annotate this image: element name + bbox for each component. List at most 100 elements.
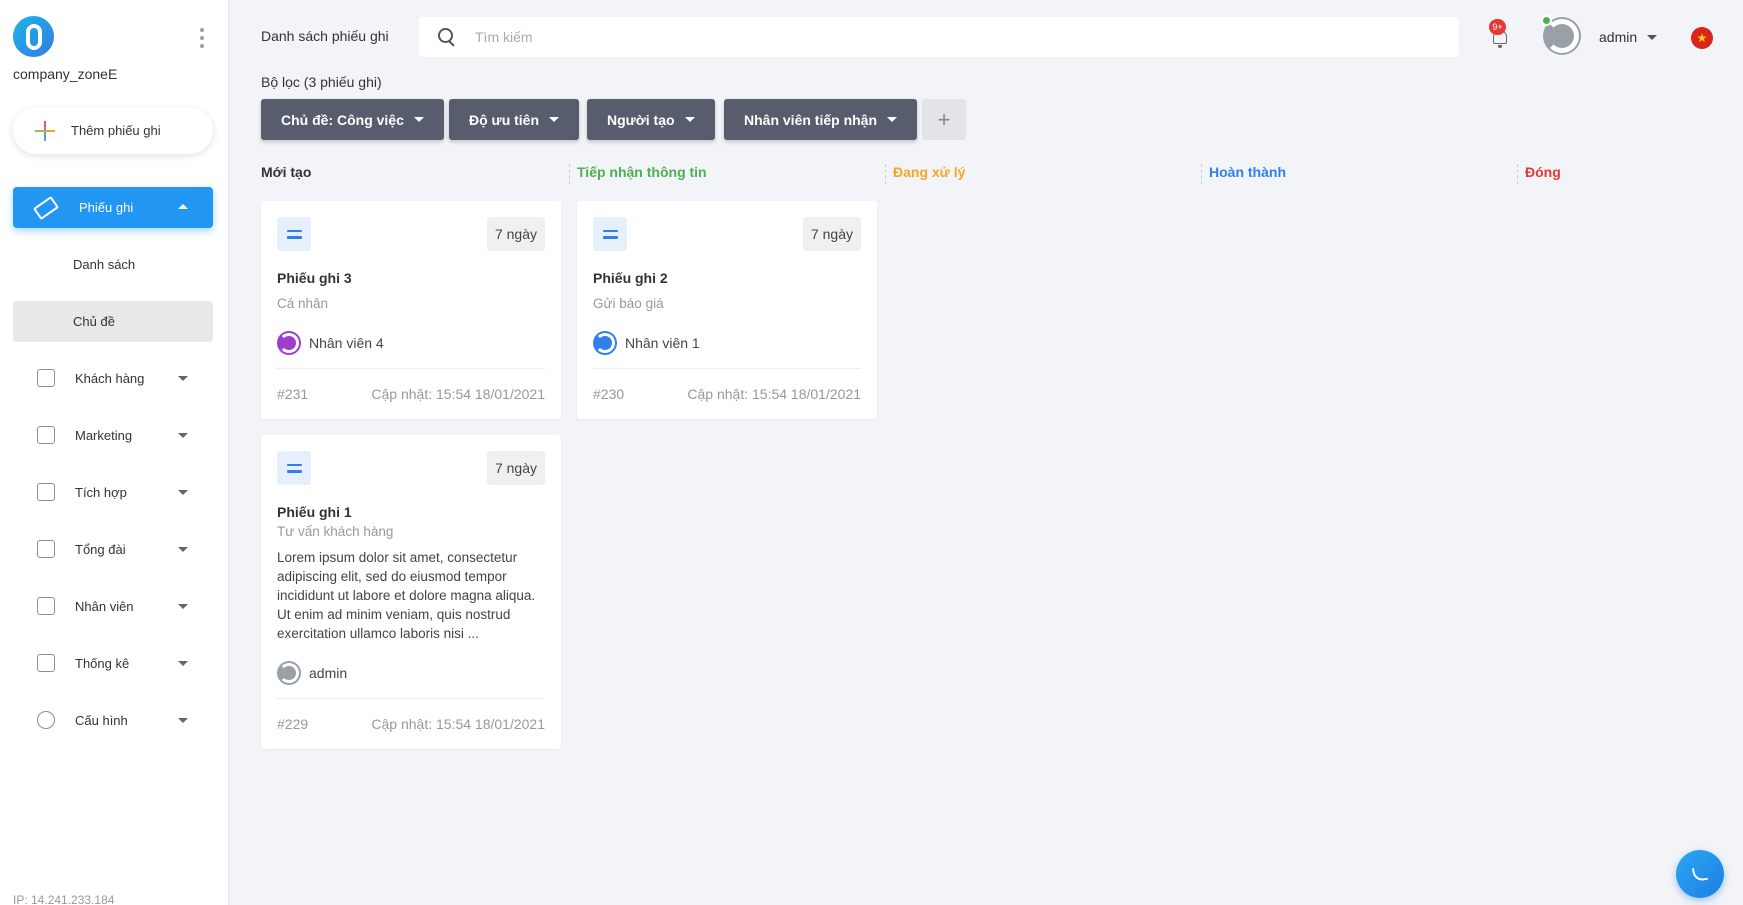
card-divider: [277, 368, 545, 369]
ticket-updated: Cập nhật: 15:54 18/01/2021: [371, 386, 545, 402]
filter-chip-creator[interactable]: Người tạo: [587, 99, 715, 140]
online-status-dot: [1541, 15, 1552, 26]
sidebar-item-customers[interactable]: Khách hàng: [13, 358, 213, 398]
sidebar-subitem-list[interactable]: Danh sách: [13, 244, 213, 285]
chevron-down-icon: [178, 604, 188, 609]
language-flag-icon[interactable]: ★: [1691, 27, 1713, 49]
add-ticket-button[interactable]: Thêm phiếu ghi: [13, 107, 213, 154]
card-divider: [593, 368, 861, 369]
sidebar-item-label: Phiếu ghi: [79, 200, 134, 215]
assignee-name: admin: [309, 665, 348, 681]
team-icon: [37, 597, 55, 615]
priority-icon: [277, 451, 311, 485]
ticket-id: #231: [277, 386, 309, 402]
call-button[interactable]: [1676, 850, 1724, 898]
chart-icon: [37, 654, 55, 672]
assignee-name: Nhân viên 4: [309, 335, 384, 351]
sidebar-item-statistics[interactable]: Thống kê: [13, 643, 213, 683]
chevron-down-icon: [178, 376, 188, 381]
sidebar-item-label: Tổng đài: [75, 541, 126, 557]
more-options-icon[interactable]: [199, 28, 205, 48]
priority-icon: [277, 217, 311, 251]
ticket-title: Phiếu ghi 1: [277, 504, 352, 520]
sidebar-item-marketing[interactable]: Marketing: [13, 415, 213, 455]
chevron-down-icon: [413, 117, 424, 122]
sidebar-item-staff[interactable]: Nhân viên: [13, 586, 213, 626]
ticket-title: Phiếu ghi 3: [277, 270, 352, 286]
avatar: [593, 331, 617, 355]
ticket-age: 7 ngày: [486, 451, 545, 485]
sidebar-item-label: Nhân viên: [75, 598, 134, 614]
search-input[interactable]: [475, 29, 1375, 45]
ticket-assignee: Nhân viên 1: [593, 331, 700, 355]
integration-icon: [37, 483, 55, 501]
chevron-up-icon: [178, 204, 188, 209]
filter-chip-label: Độ ưu tiên: [469, 111, 540, 128]
ticket-id: #230: [593, 386, 625, 402]
chevron-down-icon: [178, 490, 188, 495]
plus-icon: [35, 120, 55, 141]
filter-chip-assignee[interactable]: Nhân viên tiếp nhận: [724, 99, 918, 140]
headset-icon: [37, 540, 55, 558]
chevron-down-icon: [549, 117, 560, 122]
column-title-new: Mới tạo: [261, 164, 312, 180]
filter-chip-topic[interactable]: Chủ đề: Công việc: [261, 99, 444, 140]
user-name[interactable]: admin: [1599, 29, 1637, 45]
sidebar-item-label: Marketing: [75, 427, 133, 443]
ticket-age: 7 ngày: [486, 217, 545, 251]
add-ticket-label: Thêm phiếu ghi: [71, 123, 161, 138]
notification-badge: 9+: [1489, 19, 1506, 35]
ticket-description: Lorem ipsum dolor sit amet, consectetur …: [277, 550, 536, 641]
ticket-updated: Cập nhật: 15:54 18/01/2021: [687, 386, 861, 402]
column-title-received: Tiếp nhận thông tin: [577, 164, 707, 180]
sidebar-subitem-topics[interactable]: Chủ đề: [13, 301, 213, 342]
ticket-card[interactable]: 7 ngày Phiếu ghi 3 Cá nhân Nhân viên 4 #…: [261, 201, 561, 419]
chevron-down-icon: [178, 433, 188, 438]
sidebar-item-switchboard[interactable]: Tổng đài: [13, 529, 213, 569]
add-filter-button[interactable]: +: [922, 99, 966, 140]
column-divider: [1201, 164, 1202, 184]
sidebar-item-settings[interactable]: Cấu hình: [13, 700, 213, 740]
column-divider: [1517, 164, 1518, 184]
ticket-card[interactable]: 7 ngày Phiếu ghi 1 Tư vấn khách hàng Lor…: [261, 435, 561, 749]
card-divider: [277, 698, 545, 699]
avatar: [277, 661, 301, 685]
sidebar-item-label: Cấu hình: [75, 712, 128, 728]
search-bar: [419, 17, 1459, 57]
sidebar-item-label: Thống kê: [75, 655, 130, 671]
company-name: company_zoneE: [13, 66, 118, 82]
filter-label: Bộ lọc (3 phiếu ghi): [261, 74, 382, 90]
contact-icon: [37, 369, 55, 387]
ticket-updated: Cập nhật: 15:54 18/01/2021: [371, 716, 545, 732]
ticket-age: 7 ngày: [802, 217, 861, 251]
ticket-subtitle: Gửi báo giá: [593, 296, 664, 311]
chevron-down-icon: [178, 661, 188, 666]
page-title: Danh sách phiếu ghi: [261, 28, 389, 44]
sidebar-item-label: Khách hàng: [75, 370, 145, 386]
ticket-id: #229: [277, 716, 309, 732]
sidebar-item-integration[interactable]: Tích hợp: [13, 472, 213, 512]
chevron-down-icon: [684, 117, 695, 122]
column-title-done: Hoàn thành: [1209, 164, 1286, 180]
ticket-subtitle: Cá nhân: [277, 296, 329, 311]
sidebar-item-tickets[interactable]: Phiếu ghi: [13, 187, 213, 228]
ticket-card[interactable]: 7 ngày Phiếu ghi 2 Gửi báo giá Nhân viên…: [577, 201, 877, 419]
app-logo[interactable]: [13, 16, 54, 57]
priority-icon: [593, 217, 627, 251]
chevron-down-icon[interactable]: [1647, 35, 1657, 40]
sidebar-item-label: Tích hợp: [75, 484, 127, 500]
chevron-down-icon: [178, 718, 188, 723]
search-icon[interactable]: [437, 27, 457, 47]
chevron-down-icon: [887, 117, 898, 122]
gear-icon: [37, 711, 55, 729]
filter-chip-priority[interactable]: Độ ưu tiên: [449, 99, 580, 140]
sidebar: company_zoneE Thêm phiếu ghi Phiếu ghi D…: [0, 0, 229, 905]
phone-icon: [1691, 865, 1709, 883]
filter-chip-label: Người tạo: [607, 111, 675, 128]
ticket-assignee: admin: [277, 661, 347, 685]
column-divider: [885, 164, 886, 184]
ticket-icon: [32, 195, 60, 220]
ip-address: IP: 14.241.233.184: [13, 893, 115, 905]
column-divider: [569, 164, 570, 184]
assignee-name: Nhân viên 1: [625, 335, 700, 351]
